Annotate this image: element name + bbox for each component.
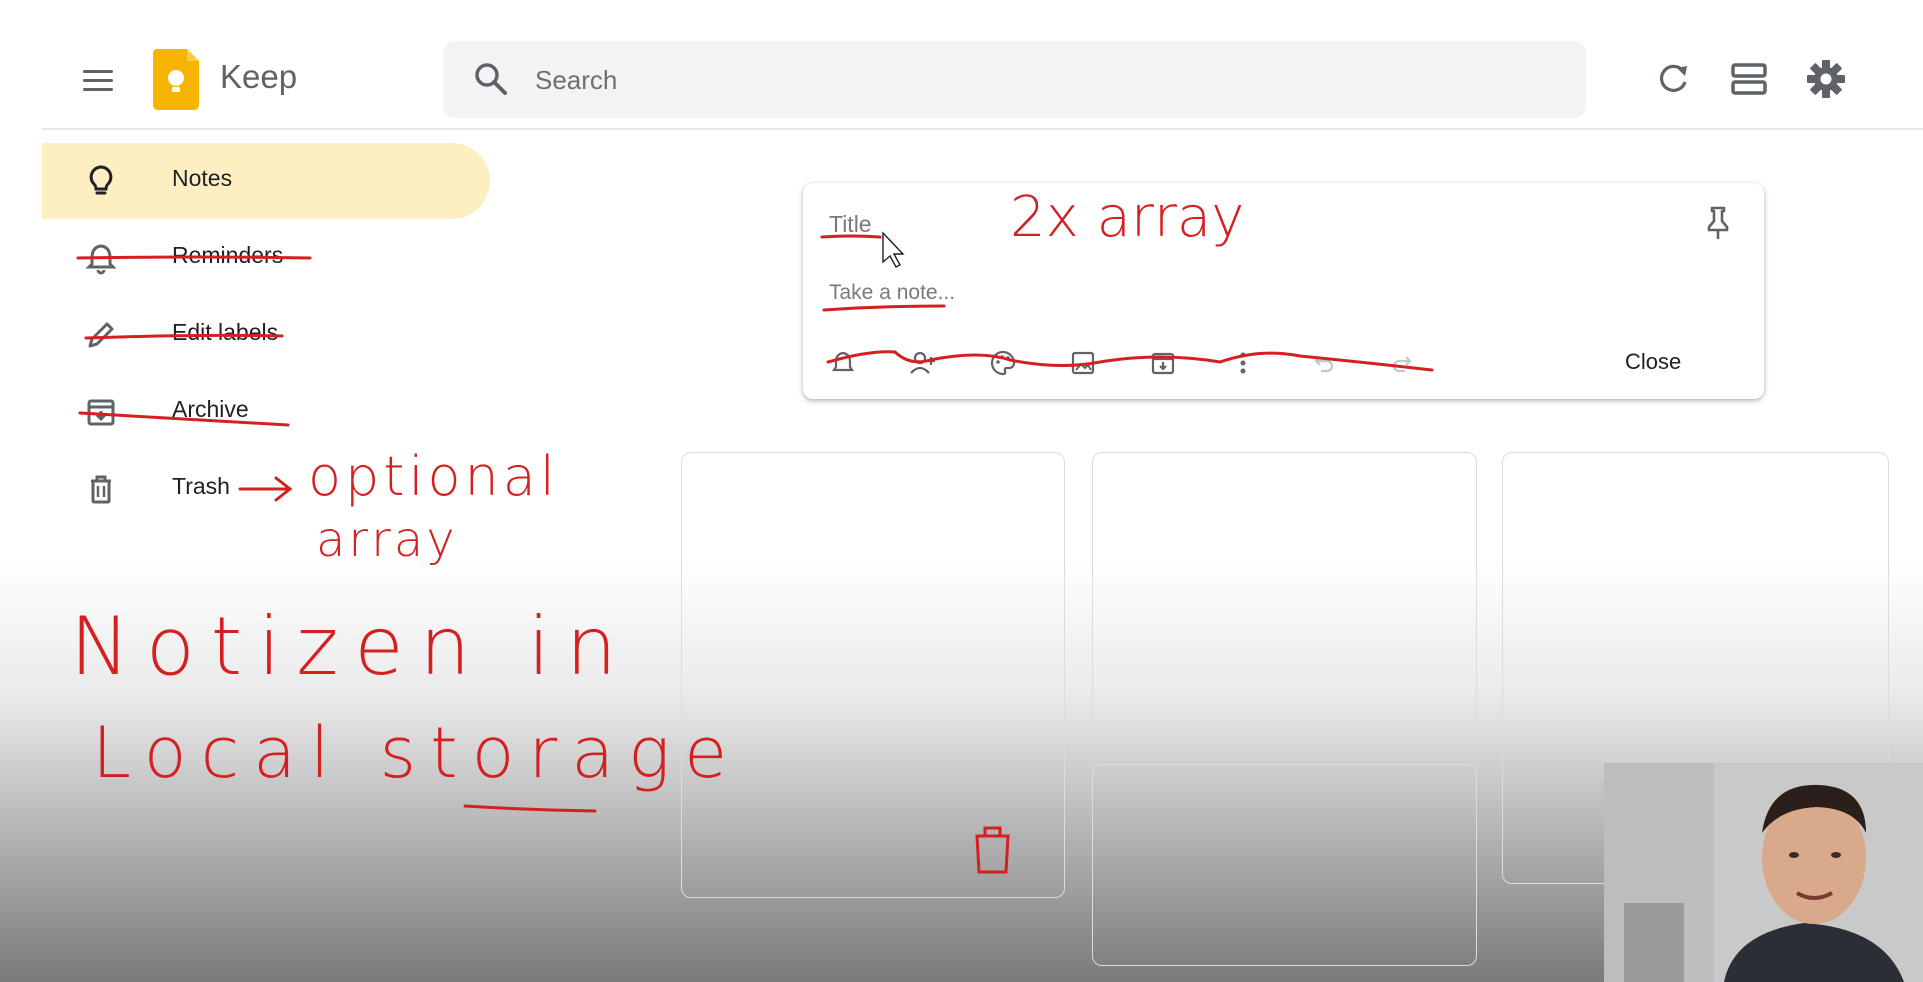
note-card-placeholder[interactable] (1092, 764, 1477, 966)
search-icon[interactable] (473, 61, 509, 97)
redo-button[interactable] (1383, 343, 1423, 383)
main-menu-button[interactable] (78, 60, 118, 100)
note-editor: Close (803, 183, 1764, 399)
header-divider (42, 128, 1923, 130)
menu-icon-bar (83, 69, 113, 73)
archive-icon (1151, 352, 1175, 375)
refresh-button[interactable] (1650, 56, 1696, 102)
webcam-overlay (1604, 763, 1923, 982)
sidebar-item-archive[interactable]: Archive (42, 374, 490, 450)
search-input[interactable] (533, 57, 1537, 103)
pencil-icon (82, 316, 120, 354)
person-add-icon (910, 351, 935, 374)
sidebar-item-reminders[interactable]: Reminders (42, 220, 490, 296)
note-body-input[interactable] (827, 275, 1731, 311)
pin-button[interactable] (1700, 203, 1736, 243)
underline-mark (463, 804, 597, 813)
keep-logo-icon (153, 49, 199, 110)
app-header: Keep (0, 0, 1923, 130)
undo-button[interactable] (1303, 343, 1343, 383)
sidebar-item-label: Edit labels (172, 319, 279, 345)
collaborator-button[interactable] (903, 343, 943, 383)
bell-plus-icon (831, 351, 855, 372)
add-image-button[interactable] (1063, 343, 1103, 383)
close-button[interactable]: Close (1625, 349, 1681, 375)
settings-button[interactable] (1803, 56, 1849, 102)
undo-icon (1314, 356, 1334, 373)
redo-icon (1392, 356, 1412, 373)
annotation-storage-note: Local storage (92, 712, 742, 794)
sidebar-item-edit-labels[interactable]: Edit labels (42, 297, 490, 373)
menu-icon-bar (83, 78, 113, 82)
presenter-image (1604, 763, 1923, 982)
archive-icon (82, 393, 120, 431)
gear-icon (1807, 60, 1845, 98)
sidebar-item-label: Archive (172, 396, 249, 422)
archive-button[interactable] (1143, 343, 1183, 383)
sidebar-item-label: Trash (172, 473, 230, 499)
lightbulb-icon (82, 162, 120, 200)
annotation-trash-note: optional (308, 445, 559, 508)
image-icon (1071, 351, 1095, 375)
annotation-title-note: 2x array (1010, 185, 1245, 250)
note-card-placeholder[interactable] (681, 452, 1065, 898)
app-name: Keep (220, 58, 298, 95)
note-card-placeholder[interactable] (1092, 452, 1477, 739)
more-options-button[interactable] (1223, 343, 1263, 383)
palette-icon (990, 350, 1016, 376)
bell-icon (82, 239, 120, 277)
remind-me-button[interactable] (823, 343, 863, 383)
menu-icon-bar (83, 87, 113, 91)
trash-icon (82, 470, 120, 508)
list-view-icon (1731, 63, 1767, 95)
sidebar-item-notes[interactable]: Notes (42, 143, 490, 219)
search-bar[interactable] (443, 41, 1586, 118)
sidebar-item-label: Notes (172, 165, 233, 191)
background-options-button[interactable] (983, 343, 1023, 383)
refresh-icon (1659, 64, 1687, 92)
more-vert-icon (1240, 352, 1246, 374)
pin-icon (1707, 206, 1729, 239)
annotation-storage-note: Notizen in (70, 600, 633, 693)
annotation-trash-note: array (316, 512, 458, 568)
list-view-button[interactable] (1727, 56, 1773, 102)
sidebar-item-label: Reminders (172, 242, 284, 268)
